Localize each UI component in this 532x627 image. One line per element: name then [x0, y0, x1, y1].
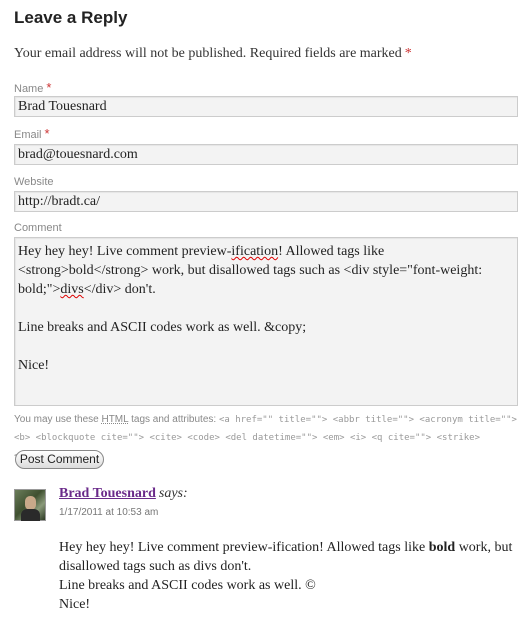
comment-text-line3: Nice! — [18, 358, 50, 373]
name-label: Name * — [14, 80, 51, 95]
comment-author: Brad Touesnard says: — [59, 486, 188, 502]
reply-title: Leave a Reply — [14, 8, 128, 27]
comment-body-text-a: Hey hey hey! Live comment preview-ificat… — [59, 540, 426, 555]
email-label: Email * — [14, 126, 50, 141]
comment-body: Hey hey hey! Live comment preview-ificat… — [59, 538, 519, 614]
comment-body-line3: Nice! — [59, 597, 91, 612]
comment-body-line1: Hey hey hey! Live comment preview-ificat… — [59, 538, 519, 576]
comment-notes-text: Your email address will not be published… — [14, 46, 402, 61]
comment-date[interactable]: 1/17/2011 at 10:53 am — [59, 507, 158, 518]
name-label-text: Name — [14, 83, 44, 95]
allowed-mid: tags and attributes: — [131, 414, 217, 425]
comment-text-c: </div> don't. — [83, 282, 156, 297]
user-avatar-icon — [14, 489, 46, 521]
allowed-prefix: You may use these — [14, 414, 99, 425]
email-required-marker: * — [44, 126, 50, 141]
html-abbr: HTML — [101, 414, 129, 425]
name-required-marker: * — [46, 80, 52, 95]
avatar-face — [25, 496, 36, 510]
email-label-text: Email — [14, 129, 42, 141]
spellcheck-word: ification — [231, 244, 279, 259]
comment-notes: Your email address will not be published… — [14, 46, 520, 62]
comment-body-bold: bold — [428, 540, 456, 555]
website-field[interactable]: http://bradt.ca/ — [14, 191, 518, 212]
comment-text-line2: Line breaks and ASCII codes work as well… — [18, 320, 307, 335]
required-marker: * — [404, 46, 412, 61]
name-field[interactable]: Brad Touesnard — [14, 96, 518, 117]
post-comment-button[interactable]: Post Comment — [15, 450, 104, 469]
comment-body-line2: Line breaks and ASCII codes work as well… — [59, 578, 316, 593]
website-label: Website — [14, 176, 54, 188]
spellcheck-word: divs — [60, 282, 84, 297]
email-field[interactable]: brad@touesnard.com — [14, 144, 518, 165]
avatar-body — [21, 509, 40, 521]
comment-text-a: Hey hey hey! Live comment preview- — [18, 244, 232, 259]
says-label: says: — [158, 486, 188, 501]
comment-author-link[interactable]: Brad Touesnard — [59, 486, 156, 501]
comment-textarea[interactable]: Hey hey hey! Live comment preview-ificat… — [14, 237, 518, 406]
comment-label: Comment — [14, 222, 62, 234]
